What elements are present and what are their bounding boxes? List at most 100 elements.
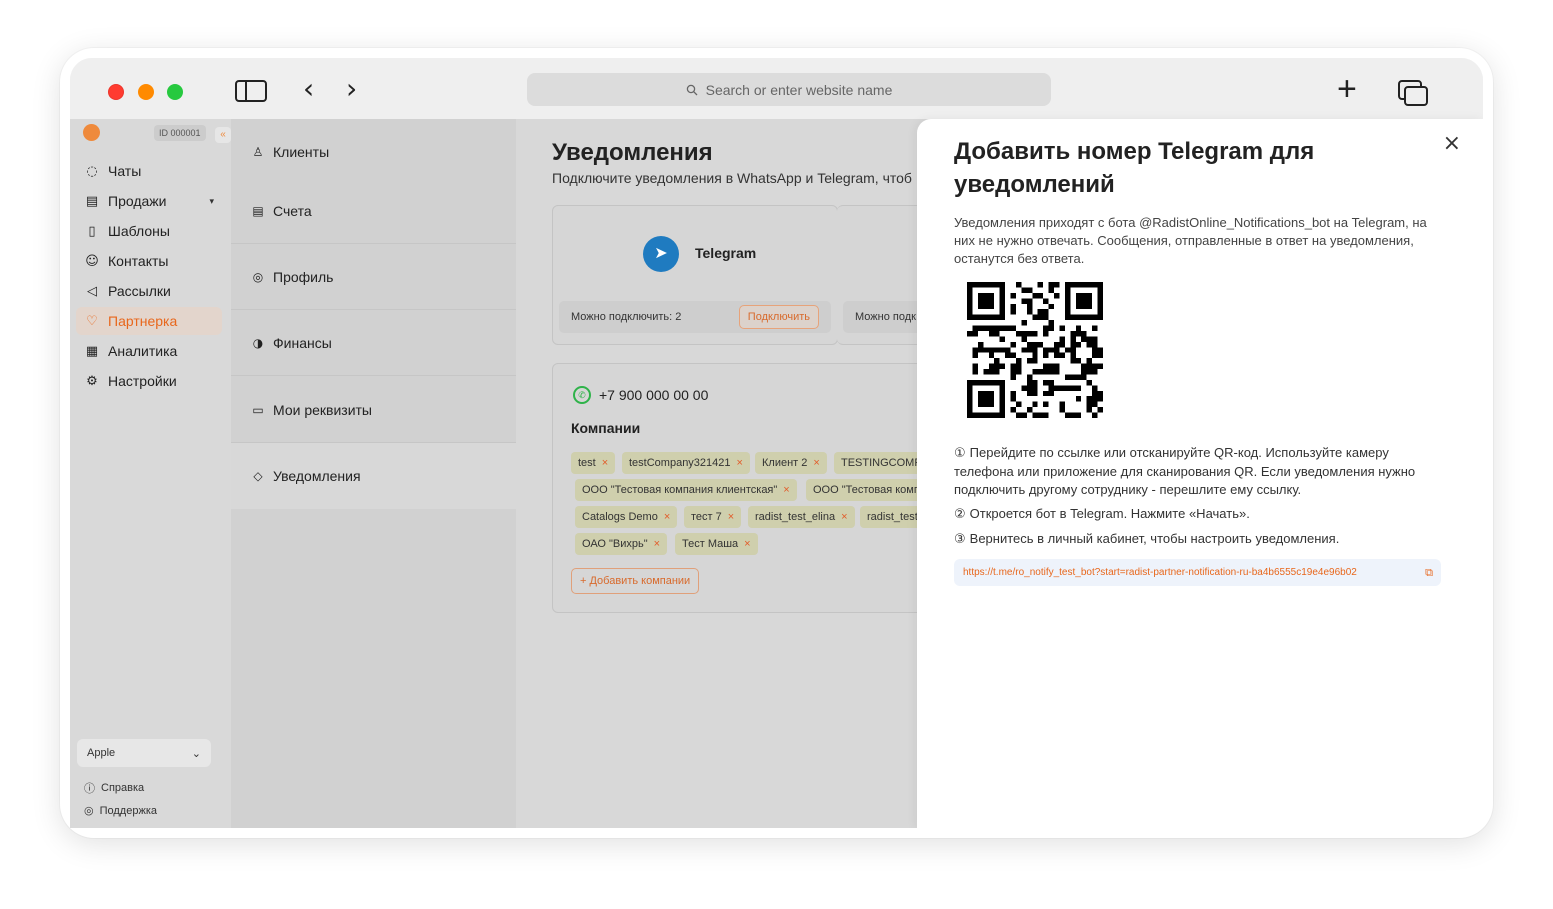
company-tag: radist_test <box>860 506 925 528</box>
company-tag: ООО "Тестовая компания клиентская" × <box>575 479 797 501</box>
remove-icon[interactable]: × <box>728 511 734 523</box>
tabs-overview-icon[interactable] <box>1398 80 1428 106</box>
partner-submenu: ♙ Клиенты ▤ Счета ◎ Профиль ◑ Финансы ▭ … <box>231 119 516 828</box>
forward-arrow-icon[interactable]: › <box>346 72 357 105</box>
finance-icon: ◑ <box>252 335 264 350</box>
phone-number-row: ✆ +7 900 000 00 00 <box>573 386 708 404</box>
instruction-step: ① Перейдите по ссылке или отсканируйте QR… <box>954 445 1416 497</box>
submenu-item-label: Профиль <box>273 268 334 285</box>
add-telegram-drawer: × Добавить номер Telegram для уведомлени… <box>917 119 1483 828</box>
info-icon: ⓘ <box>84 783 95 795</box>
sidebar-item-label: Чаты <box>108 163 142 179</box>
company-tag: test × <box>571 452 616 474</box>
sidebar-toggle-icon[interactable] <box>235 80 267 102</box>
telegram-icon: ➤ <box>643 236 679 272</box>
instruction-steps: ① Перейдите по ссылке или отсканируйте QR… <box>954 444 1449 555</box>
sidebar-item-partner[interactable]: ♡ Партнерка <box>76 307 222 335</box>
page-subtitle: Подключите уведомления в WhatsApp и Tele… <box>552 170 912 186</box>
page-title: Уведомления <box>552 139 713 166</box>
connect-telegram-button[interactable]: Подключить <box>738 305 819 329</box>
minimize-window-button[interactable] <box>138 84 154 100</box>
analytics-icon: ▦ <box>85 343 99 359</box>
remove-icon[interactable]: × <box>841 511 847 523</box>
bell-icon: ◇ <box>253 469 263 483</box>
remove-icon[interactable]: × <box>813 457 819 469</box>
remove-icon[interactable]: × <box>654 538 660 550</box>
collapse-sidebar-icon[interactable]: « <box>215 127 231 143</box>
companies-label: Компании <box>571 420 641 436</box>
remove-icon[interactable]: × <box>783 484 789 496</box>
remove-icon[interactable]: × <box>744 538 750 550</box>
support-link[interactable]: ◎ Поддержка <box>84 804 157 818</box>
chevron-down-icon: ⌄ <box>191 747 201 760</box>
address-bar[interactable]: Search or enter website name <box>527 73 1051 106</box>
copy-icon[interactable]: ⧉ <box>1425 559 1433 586</box>
sidebar-item-label: Шаблоны <box>108 223 170 239</box>
store-icon: ▤ <box>85 193 99 209</box>
submenu-item-profile[interactable]: ◎ Профиль <box>231 244 516 310</box>
company-tag: Catalogs Demo × <box>575 506 678 528</box>
phone-card: ✆ +7 900 000 00 00 Компании test × testCo… <box>552 363 972 613</box>
sidebar-item-label: Продажи <box>108 193 167 209</box>
sidebar-item-analytics[interactable]: ▦ Аналитика <box>76 337 222 365</box>
maximize-window-button[interactable] <box>167 84 183 100</box>
company-tag: radist_test_elina × <box>748 506 855 528</box>
support-icon: ◎ <box>84 805 94 817</box>
sidebar-item-templates[interactable]: ▯ Шаблоны <box>76 217 222 245</box>
submenu-item-notifications[interactable]: ◇ Уведомления <box>231 443 516 509</box>
heart-handshake-icon: ♡ <box>86 313 98 329</box>
telegram-card: ➤ Telegram Можно подключить: 2 Подключит… <box>552 205 838 345</box>
brand-logo <box>83 124 100 141</box>
company-tag: тест 7 × <box>684 506 742 528</box>
sidebar-item-label: Партнерка <box>108 313 178 329</box>
search-icon <box>686 84 698 95</box>
briefcase-icon: ▭ <box>252 402 264 417</box>
submenu-item-label: Финансы <box>273 334 332 351</box>
available-count: Можно подключить: 2 <box>571 311 682 323</box>
submenu-item-finance[interactable]: ◑ Финансы <box>231 310 516 376</box>
app-area: ID 000001 « ◌ Чаты ▤ Продажи ▾ ▯ Шаблоны… <box>70 119 1483 828</box>
submenu-item-invoices[interactable]: ▤ Счета <box>231 178 516 244</box>
new-tab-icon[interactable]: + <box>1337 72 1357 106</box>
help-link[interactable]: ⓘ Справка <box>84 780 144 796</box>
instruction-step: ③ Вернитесь в личный кабинет, чтобы настр… <box>954 531 1340 547</box>
sidebar-item-chats[interactable]: ◌ Чаты <box>76 157 222 185</box>
submenu-item-clients[interactable]: ♙ Клиенты <box>231 119 516 185</box>
telegram-card-footer: Можно подключить: 2 Подключить <box>559 301 831 333</box>
caret-down-icon: ▾ <box>209 195 214 206</box>
sidebar-item-label: Рассылки <box>108 283 171 299</box>
company-tag: Клиент 2 × <box>755 452 827 474</box>
sidebar-item-label: Настройки <box>108 373 177 389</box>
phone-number: +7 900 000 00 00 <box>599 387 709 403</box>
submenu-item-requisites[interactable]: ▭ Мои реквизиты <box>231 377 516 443</box>
sidebar-item-mailings[interactable]: ◁ Рассылки <box>76 277 222 305</box>
telegram-card-title: Telegram <box>695 245 757 261</box>
bot-link-text: https://t.me/ro_notify_test_bot?start=ra… <box>963 567 1357 578</box>
drawer-description: Уведомления приходят с бота @RadistOnlin… <box>954 215 1427 266</box>
workspace-select-value: Apple <box>87 747 116 759</box>
close-window-button[interactable] <box>108 84 124 100</box>
bot-link[interactable]: https://t.me/ro_notify_test_bot?start=ra… <box>954 559 1441 586</box>
sidebar-item-contacts[interactable]: ☺ Контакты <box>76 247 222 275</box>
company-tag: ООО "Тестовая комп <box>806 479 927 501</box>
main-sidebar: ID 000001 « ◌ Чаты ▤ Продажи ▾ ▯ Шаблоны… <box>70 119 231 828</box>
add-companies-button[interactable]: + Добавить компании <box>571 568 700 594</box>
browser-window: ‹ › Search or enter website name + ID 00… <box>70 58 1483 828</box>
qr-code[interactable] <box>967 282 1103 418</box>
contacts-icon: ☺ <box>85 253 99 269</box>
remove-icon[interactable]: × <box>737 457 743 469</box>
support-label: Поддержка <box>99 804 157 817</box>
company-tag: TESTINGCOMP <box>834 452 929 474</box>
user-icon: ♙ <box>252 144 264 159</box>
back-arrow-icon[interactable]: ‹ <box>303 72 314 105</box>
close-icon[interactable]: × <box>1443 131 1461 156</box>
remove-icon[interactable]: × <box>664 511 670 523</box>
sidebar-item-settings[interactable]: ⚙ Настройки <box>76 367 222 395</box>
whatsapp-icon: ✆ <box>573 386 591 404</box>
sidebar-item-sales[interactable]: ▤ Продажи ▾ <box>76 187 222 215</box>
workspace-select[interactable]: Apple ⌄ <box>77 739 211 767</box>
remove-icon[interactable]: × <box>602 457 608 469</box>
profile-icon: ◎ <box>252 269 264 284</box>
megaphone-icon: ◁ <box>87 283 97 299</box>
submenu-item-label: Мои реквизиты <box>273 401 372 418</box>
